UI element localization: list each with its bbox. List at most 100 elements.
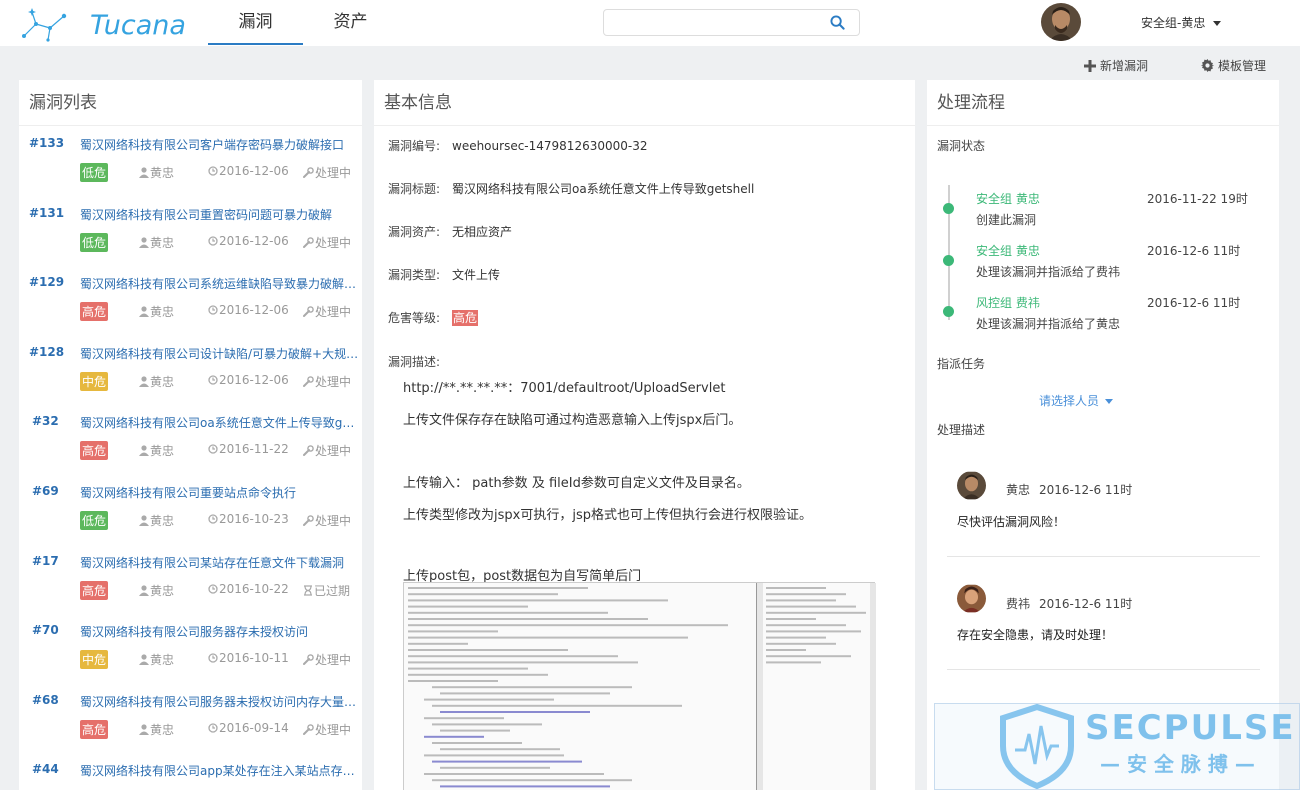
tab-vulnerabilities[interactable]: 漏洞	[208, 0, 303, 45]
vuln-title-link[interactable]: 蜀汉网络科技有限公司某站存在任意文件下载漏洞	[80, 554, 360, 571]
desc-line: 上传文件保存存在缺陷可通过构造恶意输入上传jspx后门。	[403, 413, 742, 428]
date-meta: 2016-12-06	[208, 303, 289, 317]
vuln-id[interactable]: #129	[29, 275, 64, 289]
code-line	[408, 611, 608, 614]
info-asset-value: 无相应资产	[452, 225, 513, 239]
code-line	[440, 692, 610, 695]
vuln-id[interactable]: #32	[32, 414, 59, 428]
basic-info-panel: 基本信息 漏洞编号: weehoursec-1479812630000-32 漏洞…	[374, 80, 915, 790]
date-meta: 2016-11-22	[208, 442, 289, 456]
search-icon[interactable]	[830, 15, 845, 30]
vuln-title-link[interactable]: 蜀汉网络科技有限公司服务器存未授权访问	[80, 623, 360, 640]
vuln-id[interactable]: #128	[29, 345, 64, 359]
response-line	[766, 605, 856, 608]
code-line	[424, 773, 604, 775]
vuln-date: 2016-12-06	[219, 303, 289, 318]
owner-meta: 黄忠	[139, 234, 174, 251]
vuln-status: 处理中	[315, 514, 352, 528]
status-meta: 处理中	[303, 373, 351, 390]
vuln-list-item[interactable]: #131 蜀汉网络科技有限公司重置密码问题可暴力破解 低危 黄忠 2016-12-0…	[19, 196, 361, 266]
vuln-title-link[interactable]: 蜀汉网络科技有限公司app某处存在注入某站点存在...	[80, 762, 360, 779]
vuln-list-item[interactable]: #32 蜀汉网络科技有限公司oa系统任意文件上传导致get... 高危 黄忠 201…	[19, 404, 361, 474]
code-line	[408, 655, 618, 658]
process-title: 处理流程	[927, 80, 1279, 126]
vuln-title-link[interactable]: 蜀汉网络科技有限公司客户端存密码暴力破解接口	[80, 136, 360, 153]
wrench-icon	[303, 654, 314, 666]
vuln-list-item[interactable]: #129 蜀汉网络科技有限公司系统运维缺陷导致暴力破解（... 高危 黄忠 2016…	[19, 265, 361, 335]
status-meta: 处理中	[303, 164, 351, 181]
vuln-title-link[interactable]: 蜀汉网络科技有限公司重置密码问题可暴力破解	[80, 206, 360, 223]
vuln-list-item[interactable]: #44 蜀汉网络科技有限公司app某处存在注入某站点存在...	[19, 752, 361, 790]
response-line	[766, 624, 846, 627]
date-meta: 2016-10-11	[208, 651, 289, 665]
code-line	[408, 599, 668, 602]
vuln-id[interactable]: #44	[32, 762, 59, 776]
caret-down-icon	[1105, 399, 1114, 404]
vuln-id[interactable]: #133	[29, 136, 64, 150]
add-vuln-button[interactable]: 新增漏洞	[1084, 57, 1148, 74]
vuln-list-item[interactable]: #133 蜀汉网络科技有限公司客户端存密码暴力破解接口 低危 黄忠 2016-12-…	[19, 126, 361, 196]
vuln-id[interactable]: #131	[29, 206, 64, 220]
owner-name: 黄忠	[150, 305, 175, 320]
severity-badge: 中危	[80, 371, 109, 391]
vuln-id[interactable]: #70	[32, 623, 59, 637]
vuln-date: 2016-10-22	[219, 581, 289, 596]
code-line	[408, 624, 728, 627]
timeline-action: 处理该漏洞并指派给了黄忠	[976, 317, 1121, 331]
search-input[interactable]	[612, 10, 827, 35]
code-line	[408, 673, 548, 676]
vuln-list-title: 漏洞列表	[19, 80, 362, 126]
desc-line: 上传类型修改为jspx可执行，jsp格式也可上传但执行会进行权限验证。	[403, 508, 812, 523]
vuln-status: 处理中	[315, 235, 352, 250]
code-line	[408, 667, 528, 670]
vuln-title-link[interactable]: 蜀汉网络科技有限公司重要站点命令执行	[80, 484, 360, 501]
vuln-title-link[interactable]: 蜀汉网络科技有限公司设计缺陷/可暴力破解+大规模...	[80, 345, 360, 362]
timeline-time: 2016-12-6 11时	[1147, 244, 1241, 258]
vuln-date: 2016-10-23	[219, 512, 289, 526]
hourglass-icon	[304, 584, 312, 596]
template-manage-button[interactable]: 模板管理	[1201, 57, 1266, 74]
watermark: SECPULSE — 安 全 脉 搏 —	[934, 703, 1300, 790]
clock-icon	[208, 514, 218, 524]
vuln-status: 处理中	[315, 166, 352, 180]
user-avatar[interactable]	[1041, 3, 1081, 41]
vuln-list-item[interactable]: #69 蜀汉网络科技有限公司重要站点命令执行 低危 黄忠 2016-10-23 处理…	[19, 474, 361, 544]
vuln-status: 处理中	[315, 305, 352, 320]
vuln-id[interactable]: #17	[32, 554, 59, 568]
desc-line: http://**.**.**.**：7001/defaultroot/Uplo…	[403, 381, 726, 396]
code-line	[408, 605, 528, 608]
vuln-title-link[interactable]: 蜀汉网络科技有限公司服务器未授权访问内存大量用...	[80, 693, 360, 710]
wrench-icon	[303, 375, 314, 387]
severity-badge: 高危	[80, 719, 109, 739]
info-type-label: 漏洞类型:	[388, 268, 441, 282]
assign-select[interactable]: 请选择人员	[1039, 392, 1114, 409]
vuln-id[interactable]: #69	[32, 484, 59, 498]
code-line	[440, 748, 560, 751]
status-meta: 处理中	[303, 721, 351, 738]
vuln-list-item[interactable]: #70 蜀汉网络科技有限公司服务器存未授权访问 中危 黄忠 2016-10-11 处…	[19, 613, 361, 683]
status-meta: 处理中	[303, 442, 351, 459]
vuln-date: 2016-11-22	[219, 442, 289, 457]
vuln-title-link[interactable]: 蜀汉网络科技有限公司oa系统任意文件上传导致get...	[80, 414, 360, 431]
user-name: 安全组-黄忠	[1141, 16, 1206, 30]
vuln-list-item[interactable]: #17 蜀汉网络科技有限公司某站存在任意文件下载漏洞 高危 黄忠 2016-10-2…	[19, 544, 361, 614]
tab-assets[interactable]: 资产	[303, 0, 398, 44]
vuln-id[interactable]: #68	[32, 693, 59, 707]
user-menu[interactable]: 安全组-黄忠	[1141, 14, 1222, 31]
vuln-list-item[interactable]: #68 蜀汉网络科技有限公司服务器未授权访问内存大量用... 高危 黄忠 2016-…	[19, 683, 361, 753]
response-line	[766, 642, 836, 645]
severity-badge: 中危	[80, 650, 109, 670]
response-line	[766, 611, 866, 614]
avatar	[957, 584, 986, 613]
code-line	[432, 704, 682, 707]
info-type-row: 漏洞类型: 文件上传	[388, 266, 500, 283]
timeline-who: 风控组 费祎	[976, 296, 1040, 310]
vuln-list: #133 蜀汉网络科技有限公司客户端存密码暴力破解接口 低危 黄忠 2016-12-…	[19, 126, 362, 790]
logo[interactable]: Tucana	[20, 6, 195, 42]
vuln-list-panel: 漏洞列表 #133 蜀汉网络科技有限公司客户端存密码暴力破解接口 低危 黄忠 201…	[19, 80, 362, 790]
owner-meta: 黄忠	[139, 373, 174, 390]
date-meta: 2016-12-06	[208, 234, 289, 248]
vuln-title-link[interactable]: 蜀汉网络科技有限公司系统运维缺陷导致暴力破解（...	[80, 275, 360, 292]
vuln-list-item[interactable]: #128 蜀汉网络科技有限公司设计缺陷/可暴力破解+大规模... 中危 黄忠 201…	[19, 335, 361, 405]
watermark-tagline: — 安 全 脉 搏 —	[1100, 752, 1255, 776]
